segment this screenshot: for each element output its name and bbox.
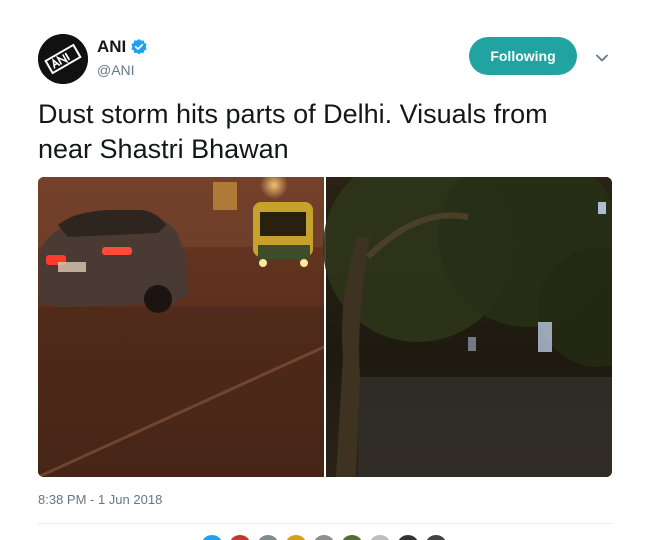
divider [38,523,612,524]
display-name[interactable]: ANI [97,37,126,57]
liker-avatar[interactable] [312,534,336,540]
tweet-media[interactable] [38,177,612,477]
liker-avatar[interactable] [340,534,364,540]
avatar[interactable] [38,34,88,84]
following-button[interactable]: Following [469,37,577,75]
media-photo-trees[interactable] [323,177,612,477]
chevron-down-icon[interactable] [594,50,610,66]
tweet-timestamp[interactable]: 8:38 PM - 1 Jun 2018 [38,492,162,507]
ani-logo-icon [38,34,88,84]
tweet-card: ANI @ANI Following Dust storm hits parts… [0,0,650,540]
liker-avatar[interactable] [228,534,252,540]
liker-avatar[interactable] [396,534,420,540]
tweet-text: Dust storm hits parts of Delhi. Visuals … [38,99,548,164]
liker-avatar[interactable] [424,534,448,540]
account-handle[interactable]: @ANI [97,62,135,78]
liker-avatar[interactable] [368,534,392,540]
verified-badge-icon [130,38,148,56]
liker-avatar[interactable] [284,534,308,540]
liker-avatars[interactable] [200,534,448,540]
liker-avatar[interactable] [256,534,280,540]
media-photo-road[interactable] [38,177,325,477]
liker-avatar[interactable] [200,534,224,540]
author-name-row[interactable]: ANI [97,37,148,57]
